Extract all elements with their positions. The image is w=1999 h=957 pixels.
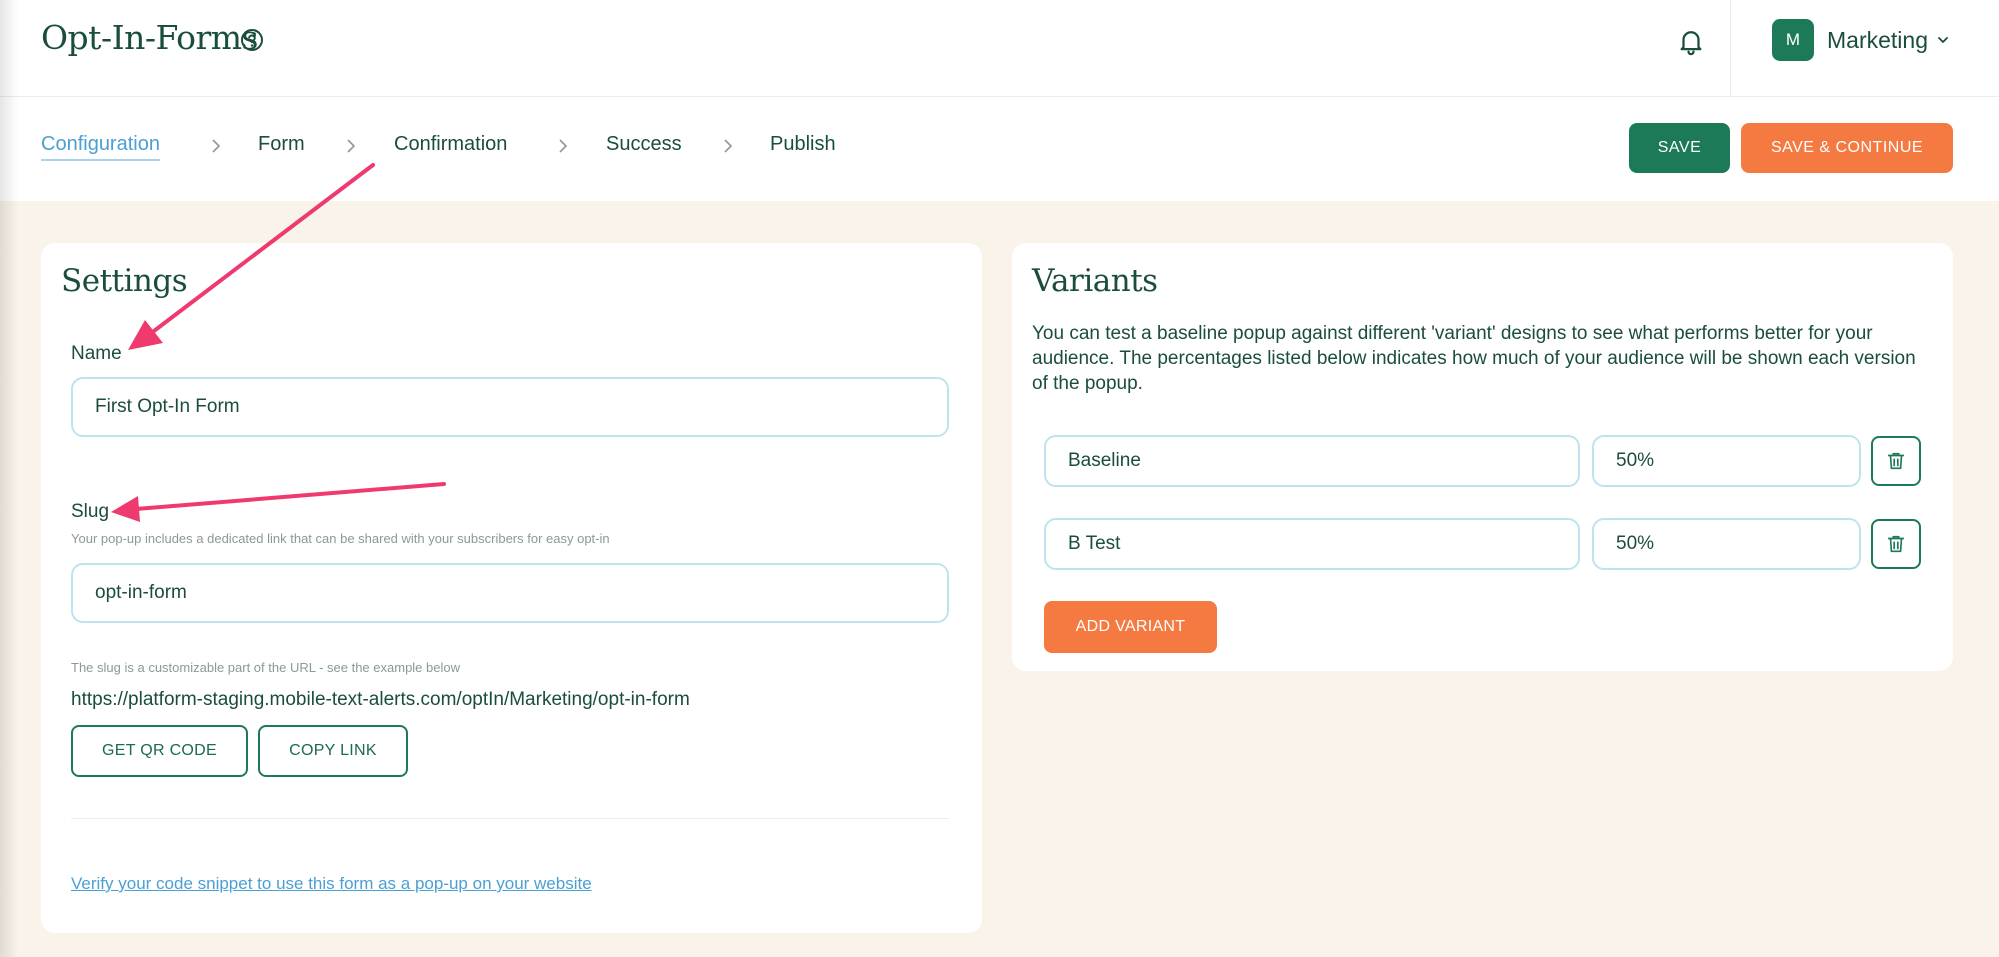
step-confirmation[interactable]: Confirmation bbox=[394, 133, 507, 156]
form-url: https://platform-staging.mobile-text-ale… bbox=[71, 689, 690, 710]
slug-input[interactable]: opt-in-form bbox=[71, 563, 949, 623]
save-continue-button[interactable]: SAVE & CONTINUE bbox=[1741, 123, 1953, 173]
account-menu[interactable]: M Marketing bbox=[1772, 19, 1950, 61]
step-form[interactable]: Form bbox=[258, 133, 305, 156]
name-label: Name bbox=[71, 343, 122, 364]
step-configuration[interactable]: Configuration bbox=[41, 133, 160, 161]
settings-title: Settings bbox=[61, 263, 188, 299]
account-name: Marketing bbox=[1827, 26, 1928, 53]
url-helper-text: The slug is a customizable part of the U… bbox=[71, 660, 460, 675]
step-navigation: Configuration Form Confirmation Success … bbox=[0, 97, 1999, 201]
variant-percent-input[interactable]: 50% bbox=[1592, 435, 1861, 487]
trash-icon bbox=[1887, 452, 1905, 470]
slug-label: Slug bbox=[71, 501, 110, 522]
chevron-right-icon bbox=[724, 139, 733, 153]
window-edge-shadow bbox=[0, 0, 18, 957]
settings-card: Settings Name First Opt-In Form Slug You… bbox=[41, 243, 982, 933]
variants-card: Variants You can test a baseline popup a… bbox=[1012, 243, 1953, 671]
slug-helper-text: Your pop-up includes a dedicated link th… bbox=[71, 531, 610, 546]
top-bar: Opt-In-Forms M Marketing bbox=[0, 0, 1999, 97]
chevron-right-icon bbox=[559, 139, 568, 153]
step-success[interactable]: Success bbox=[606, 133, 682, 156]
chevron-right-icon bbox=[212, 139, 221, 153]
topbar-divider bbox=[1730, 0, 1731, 97]
page-title: Opt-In-Forms bbox=[41, 18, 259, 57]
copy-link-button[interactable]: COPY LINK bbox=[258, 725, 408, 777]
verify-snippet-link[interactable]: Verify your code snippet to use this for… bbox=[71, 874, 592, 894]
variants-description: You can test a baseline popup against di… bbox=[1032, 323, 1916, 394]
variants-title: Variants bbox=[1032, 263, 1158, 299]
get-qr-code-button[interactable]: GET QR CODE bbox=[71, 725, 248, 777]
add-variant-button[interactable]: ADD VARIANT bbox=[1044, 601, 1217, 653]
bell-icon[interactable] bbox=[1676, 26, 1706, 56]
variant-name-input[interactable]: B Test bbox=[1044, 518, 1580, 570]
delete-variant-button[interactable] bbox=[1871, 436, 1921, 486]
chevron-down-icon bbox=[1938, 37, 1948, 43]
save-button[interactable]: SAVE bbox=[1629, 123, 1730, 173]
divider bbox=[71, 818, 949, 819]
avatar: M bbox=[1772, 19, 1814, 61]
trash-icon bbox=[1887, 535, 1905, 553]
name-input[interactable]: First Opt-In Form bbox=[71, 377, 949, 437]
help-icon[interactable] bbox=[240, 28, 264, 52]
delete-variant-button[interactable] bbox=[1871, 519, 1921, 569]
variant-percent-input[interactable]: 50% bbox=[1592, 518, 1861, 570]
step-publish[interactable]: Publish bbox=[770, 133, 836, 156]
chevron-right-icon bbox=[347, 139, 356, 153]
variant-name-input[interactable]: Baseline bbox=[1044, 435, 1580, 487]
